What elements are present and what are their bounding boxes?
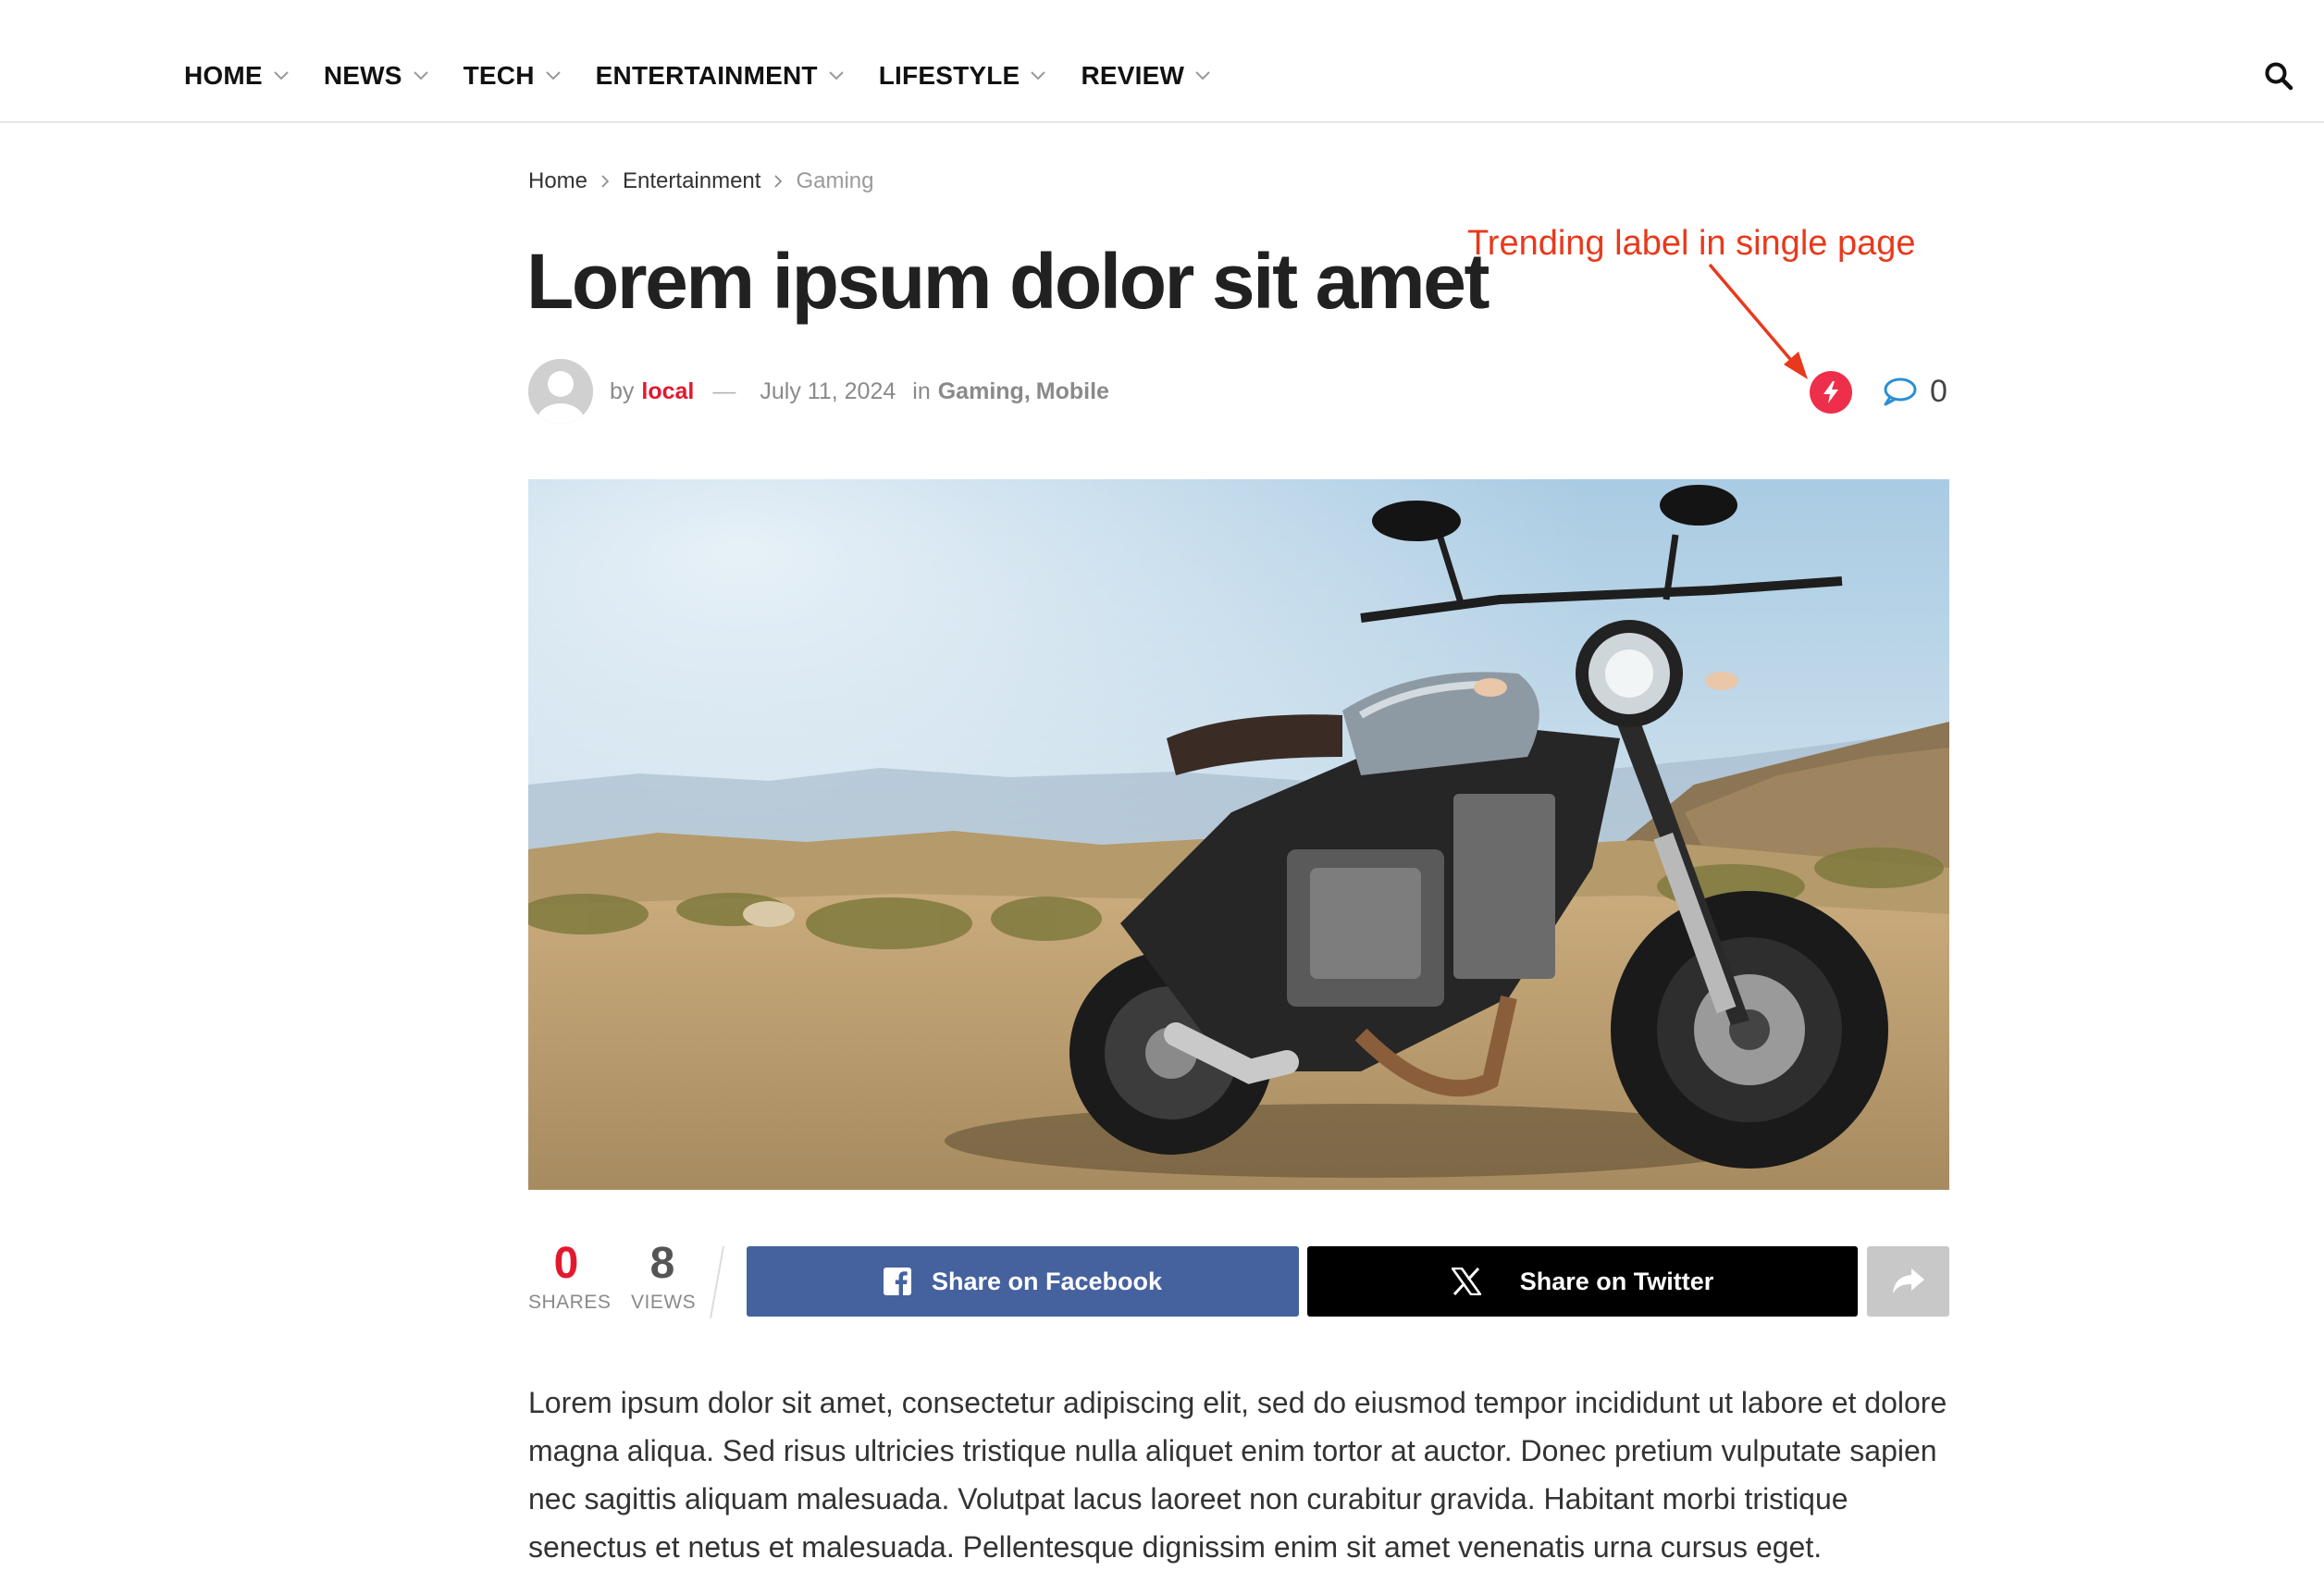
chevron-down-icon: [1195, 71, 1210, 80]
share-facebook-label: Share on Facebook: [931, 1267, 1163, 1295]
nav-item-label: NEWS: [323, 61, 402, 90]
lightning-icon: [1823, 381, 1838, 403]
chevron-right-icon: [601, 175, 610, 188]
views-counter: 8 VIEWS: [631, 1239, 697, 1314]
chevron-down-icon: [545, 71, 561, 80]
annotation-arrow-icon: [1708, 263, 1808, 379]
share-arrow-icon: [1892, 1268, 1924, 1293]
meta-in: in: [912, 377, 931, 404]
shares-counter: 0 SHARES: [528, 1239, 612, 1314]
shares-count: 0: [553, 1239, 579, 1288]
category-link-mobile[interactable]: Mobile: [1036, 378, 1109, 405]
meta-by: by: [610, 377, 635, 404]
chevron-right-icon: [774, 175, 783, 188]
main-nav: HOME NEWS TECH ENTERTAINMENT LIFESTYLE R…: [184, 54, 1245, 98]
views-count: 8: [649, 1239, 675, 1288]
views-label: VIEWS: [631, 1292, 697, 1313]
x-logo-icon: [1451, 1268, 1481, 1295]
breadcrumb-home[interactable]: Home: [528, 168, 587, 194]
site-header: HOME NEWS TECH ENTERTAINMENT LIFESTYLE R…: [0, 0, 2324, 123]
nav-item-entertainment[interactable]: ENTERTAINMENT: [596, 61, 844, 91]
author-link[interactable]: local: [641, 378, 694, 405]
nav-item-label: LIFESTYLE: [878, 61, 1020, 90]
meta-separator: ,: [1023, 377, 1031, 404]
nav-item-label: ENTERTAINMENT: [595, 61, 818, 90]
comments-link[interactable]: 0: [1882, 370, 1947, 413]
facebook-icon: [883, 1268, 911, 1295]
nav-item-label: REVIEW: [1081, 61, 1185, 90]
avatar[interactable]: [528, 359, 593, 424]
nav-item-lifestyle[interactable]: LIFESTYLE: [879, 61, 1046, 91]
comment-bubble-icon: [1884, 377, 1917, 406]
article-paragraph: Lorem ipsum dolor sit amet, consectetur …: [528, 1386, 1947, 1564]
share-twitter-label: Share on Twitter: [1519, 1267, 1714, 1295]
chevron-down-icon: [274, 71, 289, 80]
share-more-button[interactable]: [1867, 1246, 1949, 1317]
page-title: Lorem ipsum dolor sit amet: [526, 238, 1490, 325]
meta-dash: —: [712, 377, 736, 404]
nav-item-home[interactable]: HOME: [184, 61, 289, 91]
search-icon[interactable]: [2264, 61, 2293, 91]
post-date: July 11, 2024: [760, 377, 896, 404]
annotation-label: Trending label in single page: [1467, 224, 1916, 263]
motorcycle-photo: [528, 479, 1949, 1190]
nav-item-label: TECH: [463, 61, 535, 90]
breadcrumb-entertainment[interactable]: Entertainment: [623, 168, 760, 194]
post-meta: by local — July 11, 2024 in Gaming , Mob…: [528, 359, 1109, 424]
shares-label: SHARES: [528, 1292, 612, 1313]
user-silhouette-icon: [528, 359, 593, 424]
chevron-down-icon: [1031, 71, 1046, 80]
comments-count: 0: [1930, 373, 1947, 409]
chevron-down-icon: [413, 71, 428, 80]
featured-image: [528, 479, 1949, 1190]
category-link-gaming[interactable]: Gaming: [938, 378, 1024, 405]
nav-item-label: HOME: [184, 61, 263, 90]
nav-item-tech[interactable]: TECH: [464, 61, 561, 91]
breadcrumb-gaming[interactable]: Gaming: [796, 168, 873, 194]
trending-badge: [1810, 371, 1852, 414]
nav-item-news[interactable]: NEWS: [324, 61, 428, 91]
share-twitter-button[interactable]: Share on Twitter: [1307, 1246, 1858, 1317]
breadcrumb: Home Entertainment Gaming: [528, 167, 874, 196]
chevron-down-icon: [829, 71, 844, 80]
share-facebook-button[interactable]: Share on Facebook: [747, 1246, 1299, 1317]
share-divider: [710, 1245, 724, 1319]
nav-item-review[interactable]: REVIEW: [1081, 61, 1210, 91]
